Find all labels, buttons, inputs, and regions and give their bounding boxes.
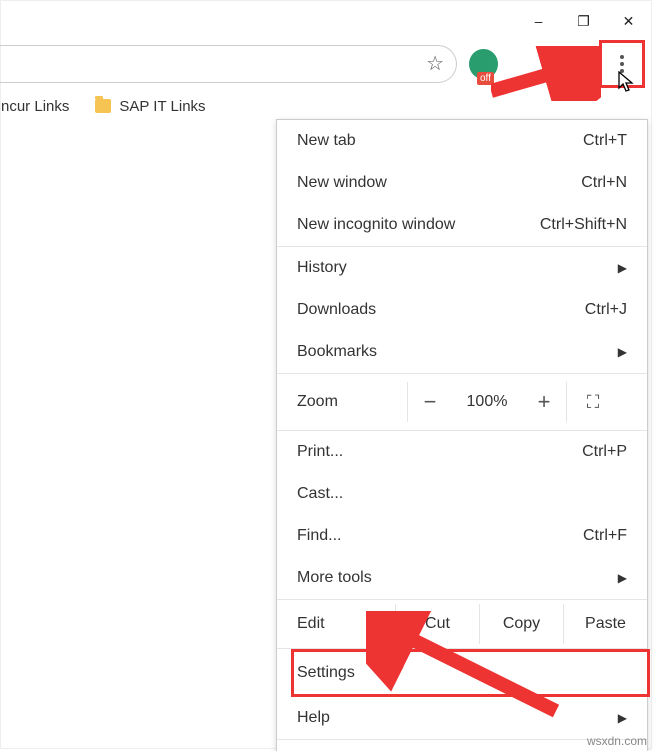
- submenu-arrow-icon: ▶: [618, 711, 627, 725]
- menu-label: Settings: [297, 664, 627, 682]
- bookmark-star-icon[interactable]: ☆: [426, 51, 444, 76]
- kebab-menu-icon[interactable]: [620, 55, 624, 73]
- menu-label: Help: [297, 709, 618, 727]
- menu-label: Bookmarks: [297, 343, 618, 361]
- edit-paste-button[interactable]: Paste: [564, 615, 647, 633]
- fullscreen-icon[interactable]: ⛶: [567, 392, 619, 413]
- menu-shortcut: Ctrl+J: [585, 301, 627, 319]
- menu-label: New incognito window: [297, 216, 540, 234]
- menu-downloads[interactable]: Downloads Ctrl+J: [277, 289, 647, 331]
- close-button[interactable]: ✕: [606, 6, 651, 36]
- chrome-main-menu: New tab Ctrl+T New window Ctrl+N New inc…: [276, 119, 648, 751]
- edit-label: Edit: [297, 615, 395, 633]
- bookmark-folder[interactable]: ncur Links: [1, 98, 69, 115]
- menu-incognito[interactable]: New incognito window Ctrl+Shift+N: [277, 204, 647, 246]
- submenu-arrow-icon: ▶: [618, 571, 627, 585]
- edit-cut-button[interactable]: Cut: [396, 615, 479, 633]
- submenu-arrow-icon: ▶: [618, 261, 627, 275]
- browser-toolbar: ☆ off: [1, 41, 651, 86]
- menu-label: History: [297, 259, 618, 277]
- menu-shortcut: Ctrl+Shift+N: [540, 216, 627, 234]
- extension-badge: off: [477, 72, 494, 85]
- window-titlebar: – ❐ ✕: [1, 1, 651, 41]
- menu-label: Downloads: [297, 301, 585, 319]
- zoom-in-button[interactable]: +: [522, 389, 566, 415]
- menu-shortcut: Ctrl+T: [583, 132, 627, 150]
- menu-shortcut: Ctrl+P: [582, 443, 627, 461]
- menu-label: More tools: [297, 569, 618, 587]
- menu-shortcut: Ctrl+F: [583, 527, 627, 545]
- menu-edit-row: Edit Cut Copy Paste: [277, 600, 647, 648]
- bookmark-label: SAP IT Links: [119, 98, 205, 115]
- submenu-arrow-icon: ▶: [618, 345, 627, 359]
- menu-history[interactable]: History ▶: [277, 247, 647, 289]
- menu-label: Print...: [297, 443, 582, 461]
- menu-label: Find...: [297, 527, 583, 545]
- bookmark-folder[interactable]: SAP IT Links: [95, 98, 205, 115]
- attribution-text: wsxdn.com: [587, 734, 647, 748]
- address-bar[interactable]: ☆: [0, 45, 457, 83]
- bookmark-label: ncur Links: [1, 98, 69, 115]
- profile-avatar[interactable]: [558, 46, 593, 82]
- folder-icon: [95, 99, 111, 113]
- menu-help[interactable]: Help ▶: [277, 697, 647, 739]
- chrome-window-partial: – ❐ ✕ ☆ off ncur Links SAP IT Links: [0, 0, 652, 749]
- zoom-label: Zoom: [297, 393, 407, 411]
- menu-label: New window: [297, 174, 581, 192]
- menu-new-tab[interactable]: New tab Ctrl+T: [277, 120, 647, 162]
- zoom-value: 100%: [452, 393, 522, 411]
- minimize-button[interactable]: –: [516, 6, 561, 36]
- menu-shortcut: Ctrl+N: [581, 174, 627, 192]
- menu-print[interactable]: Print... Ctrl+P: [277, 431, 647, 473]
- menu-settings[interactable]: Settings: [291, 649, 650, 697]
- menu-new-window[interactable]: New window Ctrl+N: [277, 162, 647, 204]
- menu-label: New tab: [297, 132, 583, 150]
- menu-find[interactable]: Find... Ctrl+F: [277, 515, 647, 557]
- maximize-button[interactable]: ❐: [561, 6, 606, 36]
- menu-more-tools[interactable]: More tools ▶: [277, 557, 647, 599]
- menu-label: Cast...: [297, 485, 627, 503]
- edit-copy-button[interactable]: Copy: [480, 615, 563, 633]
- menu-bookmarks[interactable]: Bookmarks ▶: [277, 331, 647, 373]
- menu-zoom-row: Zoom − 100% + ⛶: [277, 374, 647, 430]
- anno-highlight-kebab: [599, 40, 645, 88]
- zoom-out-button[interactable]: −: [408, 389, 452, 415]
- extension-icon[interactable]: off: [469, 49, 498, 79]
- menu-cast[interactable]: Cast...: [277, 473, 647, 515]
